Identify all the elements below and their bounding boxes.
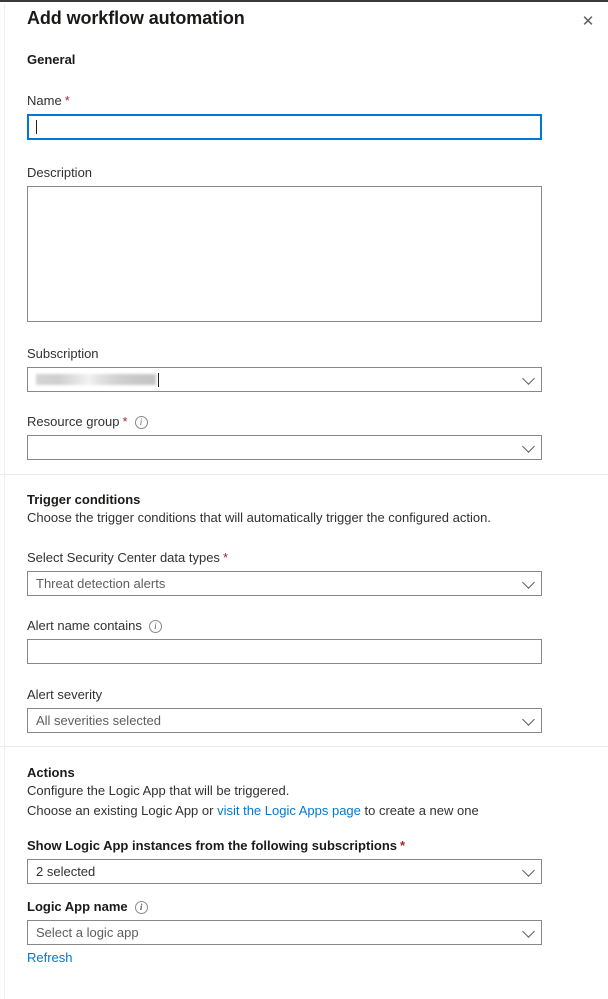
info-icon[interactable]: i: [148, 619, 162, 633]
general-section: General Name * Description Subscription: [0, 40, 608, 460]
description-field: Description: [27, 165, 581, 322]
actions-description-line2: Choose an existing Logic App or visit th…: [27, 802, 581, 820]
subscription-dropdown[interactable]: [27, 367, 542, 392]
data-types-label-text: Select Security Center data types: [27, 550, 220, 565]
data-types-label: Select Security Center data types *: [27, 550, 581, 566]
data-types-field: Select Security Center data types * Thre…: [27, 550, 581, 596]
actions-description-prefix: Choose an existing Logic App or: [27, 803, 218, 818]
logic-app-name-dropdown[interactable]: Select a logic app: [27, 920, 542, 945]
chevron-down-icon: [522, 924, 535, 938]
alert-severity-label: Alert severity: [27, 687, 581, 703]
alert-name-contains-field: Alert name contains i: [27, 618, 581, 664]
logic-app-name-value: Select a logic app: [36, 925, 139, 940]
subscription-redacted-value: [36, 372, 159, 387]
alert-severity-label-text: Alert severity: [27, 687, 103, 702]
info-icon[interactable]: i: [134, 415, 148, 429]
chevron-down-icon: [522, 575, 535, 589]
chevron-down-icon: [522, 371, 535, 385]
alert-name-contains-input[interactable]: [27, 639, 542, 664]
trigger-conditions-heading: Trigger conditions: [27, 492, 141, 507]
alert-severity-value: All severities selected: [36, 713, 161, 728]
name-field: Name *: [27, 93, 581, 140]
actions-description-suffix: to create a new one: [360, 803, 479, 818]
text-caret: [36, 120, 37, 134]
logic-app-subscriptions-dropdown[interactable]: 2 selected: [27, 859, 542, 884]
subscription-label: Subscription: [27, 346, 581, 362]
refresh-link[interactable]: Refresh: [27, 950, 73, 965]
description-label-text: Description: [27, 165, 93, 180]
subscription-field: Subscription: [27, 346, 581, 392]
data-types-required-asterisk: *: [222, 550, 228, 565]
chevron-down-icon: [522, 863, 535, 877]
name-label-text: Name: [27, 93, 62, 108]
logic-app-name-field: Logic App name i Select a logic app Refr…: [27, 899, 581, 967]
resource-group-label-text: Resource group: [27, 414, 120, 429]
chevron-down-icon: [522, 712, 535, 726]
logic-app-subscriptions-field: Show Logic App instances from the follow…: [27, 838, 581, 884]
data-types-value: Threat detection alerts: [36, 576, 166, 591]
resource-group-label: Resource group * i: [27, 414, 581, 430]
name-required-asterisk: *: [64, 93, 70, 108]
logic-app-subscriptions-required-asterisk: *: [400, 838, 406, 853]
chevron-down-icon: [522, 439, 535, 453]
logic-app-subscriptions-value: 2 selected: [36, 864, 96, 879]
text-caret: [158, 372, 159, 387]
info-icon[interactable]: i: [134, 900, 148, 914]
general-heading: General: [27, 52, 76, 67]
name-input[interactable]: [27, 114, 542, 140]
resource-group-field: Resource group * i: [27, 414, 581, 460]
subscription-label-text: Subscription: [27, 346, 99, 361]
actions-description-line1: Configure the Logic App that will be tri…: [27, 783, 290, 798]
alert-severity-dropdown[interactable]: All severities selected: [27, 708, 542, 733]
redaction-bar: [36, 374, 156, 385]
page-title: Add workflow automation: [27, 8, 245, 28]
add-workflow-automation-panel: Add workflow automation ✕ General Name *…: [0, 0, 608, 999]
actions-heading: Actions: [27, 765, 75, 780]
description-label: Description: [27, 165, 581, 181]
name-label: Name *: [27, 93, 581, 109]
logic-app-subscriptions-label: Show Logic App instances from the follow…: [27, 838, 581, 854]
logic-apps-page-link[interactable]: visit the Logic Apps page: [217, 803, 361, 818]
alert-severity-field: Alert severity All severities selected: [27, 687, 581, 733]
logic-app-name-label: Logic App name i: [27, 899, 581, 915]
actions-section: Actions Configure the Logic App that wil…: [0, 747, 608, 967]
logic-app-subscriptions-label-text: Show Logic App instances from the follow…: [27, 838, 398, 853]
trigger-conditions-description: Choose the trigger conditions that will …: [27, 510, 491, 525]
alert-name-contains-label-text: Alert name contains: [27, 618, 142, 633]
description-textarea[interactable]: [27, 186, 542, 322]
close-icon[interactable]: ✕: [574, 7, 602, 35]
resource-group-dropdown[interactable]: [27, 435, 542, 460]
resource-group-required-asterisk: *: [122, 414, 128, 429]
panel-header: Add workflow automation ✕: [0, 2, 608, 40]
alert-name-contains-label: Alert name contains i: [27, 618, 581, 634]
logic-app-name-label-text: Logic App name: [27, 899, 128, 914]
data-types-dropdown[interactable]: Threat detection alerts: [27, 571, 542, 596]
trigger-conditions-section: Trigger conditions Choose the trigger co…: [0, 475, 608, 733]
background-blade-edge: [4, 4, 5, 999]
